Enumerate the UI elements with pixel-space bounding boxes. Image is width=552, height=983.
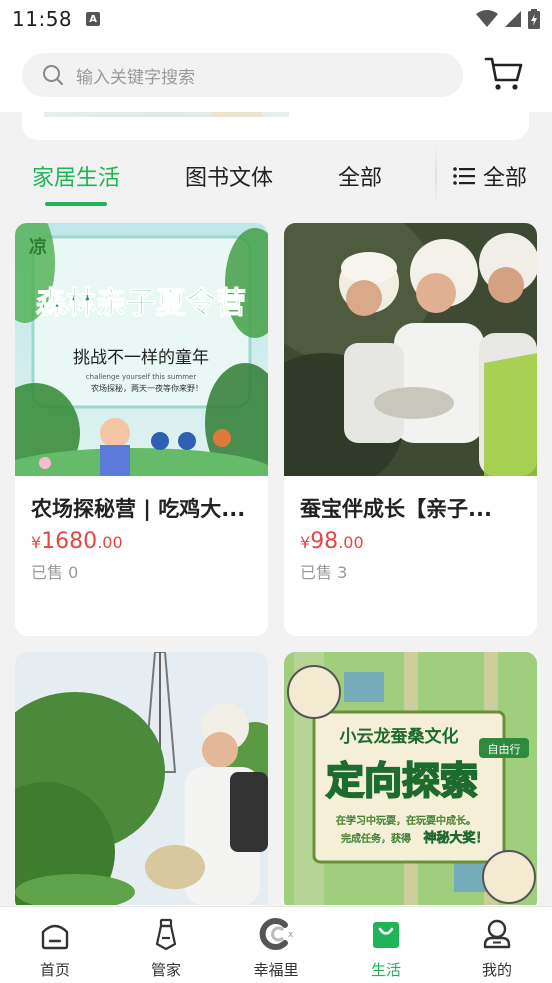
price-currency: ¥ [31,533,42,552]
product-title: 蚕宝伴成长【亲子... [300,497,492,521]
status-time: 11:58 [12,7,73,31]
category-menu-label: 全部 [483,166,528,191]
image-headline2: 定向探索 [326,759,478,803]
product-image: 小云龙蚕桑文化 自由行 定向探索 在学习中玩耍，在玩耍中成长。 完成任务，获得 … [284,652,537,905]
list-icon [453,167,475,185]
shopping-bag-icon [369,917,403,951]
image-logo: 凉 [29,236,47,258]
product-sold-count: 已售 0 [31,563,79,582]
price-decimal: .00 [97,533,123,552]
image-headline1: 小云龙蚕桑文化 [340,726,459,747]
product-card[interactable] [15,652,268,912]
image-line2: challenge yourself this summer [86,373,197,381]
image-line3: 农场探秘，两天一夜等你来野！ [91,383,203,393]
product-card[interactable]: 蚕宝伴成长【亲子... ¥ 98 .00 已售 3 [284,223,537,636]
product-card[interactable]: 小云龙蚕桑文化 自由行 定向探索 在学习中玩耍，在玩耍中成长。 完成任务，获得 … [284,652,537,912]
status-bar: 11:58 A [0,0,552,38]
svg-text:x: x [288,930,293,940]
category-tabs: 家居生活 图书文体 全部 全部 [0,140,552,208]
nav-life[interactable]: 生活 [346,917,426,980]
active-tab-indicator [45,202,107,206]
tab-books-sports[interactable]: 图书文体 [185,160,273,192]
nav-happiness[interactable]: x 幸福里 [236,917,316,980]
nav-butler[interactable]: 管家 [126,917,206,980]
image-headline: 森林亲子夏令营 [36,286,246,321]
search-header: 输入关键字搜索 [0,38,552,112]
image-line2: 完成任务，获得 [341,832,411,845]
bottom-navigation: 首页 管家 x 幸福里 生活 我的 [0,906,552,983]
nav-profile-label: 我的 [481,961,512,979]
category-menu-button[interactable]: 全部 [453,160,527,192]
image-line1: 在学习中玩耍，在玩耍中成长。 [336,814,476,827]
price-integer: 1680 [41,529,98,554]
butler-tie-icon [149,917,183,951]
cart-button[interactable] [484,56,524,92]
cart-icon [484,57,523,90]
nav-butler-label: 管家 [150,961,181,979]
product-sold-count: 已售 3 [300,563,348,582]
profile-icon [480,917,514,951]
banner-card[interactable] [22,112,529,140]
tab-all[interactable]: 全部 [338,160,382,192]
image-badge: 自由行 [488,742,521,756]
home-icon [38,917,72,951]
nav-home[interactable]: 首页 [15,917,95,980]
product-image: 凉 森林亲子夏令营 挑战不一样的童年 challenge yourself th… [15,223,268,476]
image-line2-highlight: 神秘大奖！ [423,830,488,846]
banner-image-detail [212,112,262,117]
nav-life-label: 生活 [370,961,401,979]
price-integer: 98 [310,529,339,554]
product-image [284,223,537,476]
price-decimal: .00 [338,533,364,552]
nav-home-label: 首页 [39,961,70,979]
product-image [15,652,268,905]
image-line1: 挑战不一样的童年 [73,348,209,368]
tab-home-living[interactable]: 家居生活 [32,160,120,192]
product-price: ¥ 98 .00 [300,529,364,554]
search-icon [43,65,63,85]
product-title: 农场探秘营 | 吃鸡大... [31,497,246,521]
nav-profile[interactable]: 我的 [457,917,537,980]
battery-icon [528,9,540,29]
signal-icon [505,11,521,27]
product-card[interactable]: 凉 森林亲子夏令营 挑战不一样的童年 challenge yourself th… [15,223,268,636]
tab-divider [435,144,437,206]
status-indicators [476,9,540,29]
search-input[interactable]: 输入关键字搜索 [22,53,463,97]
wifi-icon [476,10,498,27]
product-price: ¥ 1680 .00 [31,529,123,554]
nav-happiness-label: 幸福里 [253,961,299,979]
notification-icon: A [86,12,101,26]
price-currency: ¥ [300,533,311,552]
happiness-icon: x [259,917,293,951]
search-placeholder: 输入关键字搜索 [76,67,195,88]
